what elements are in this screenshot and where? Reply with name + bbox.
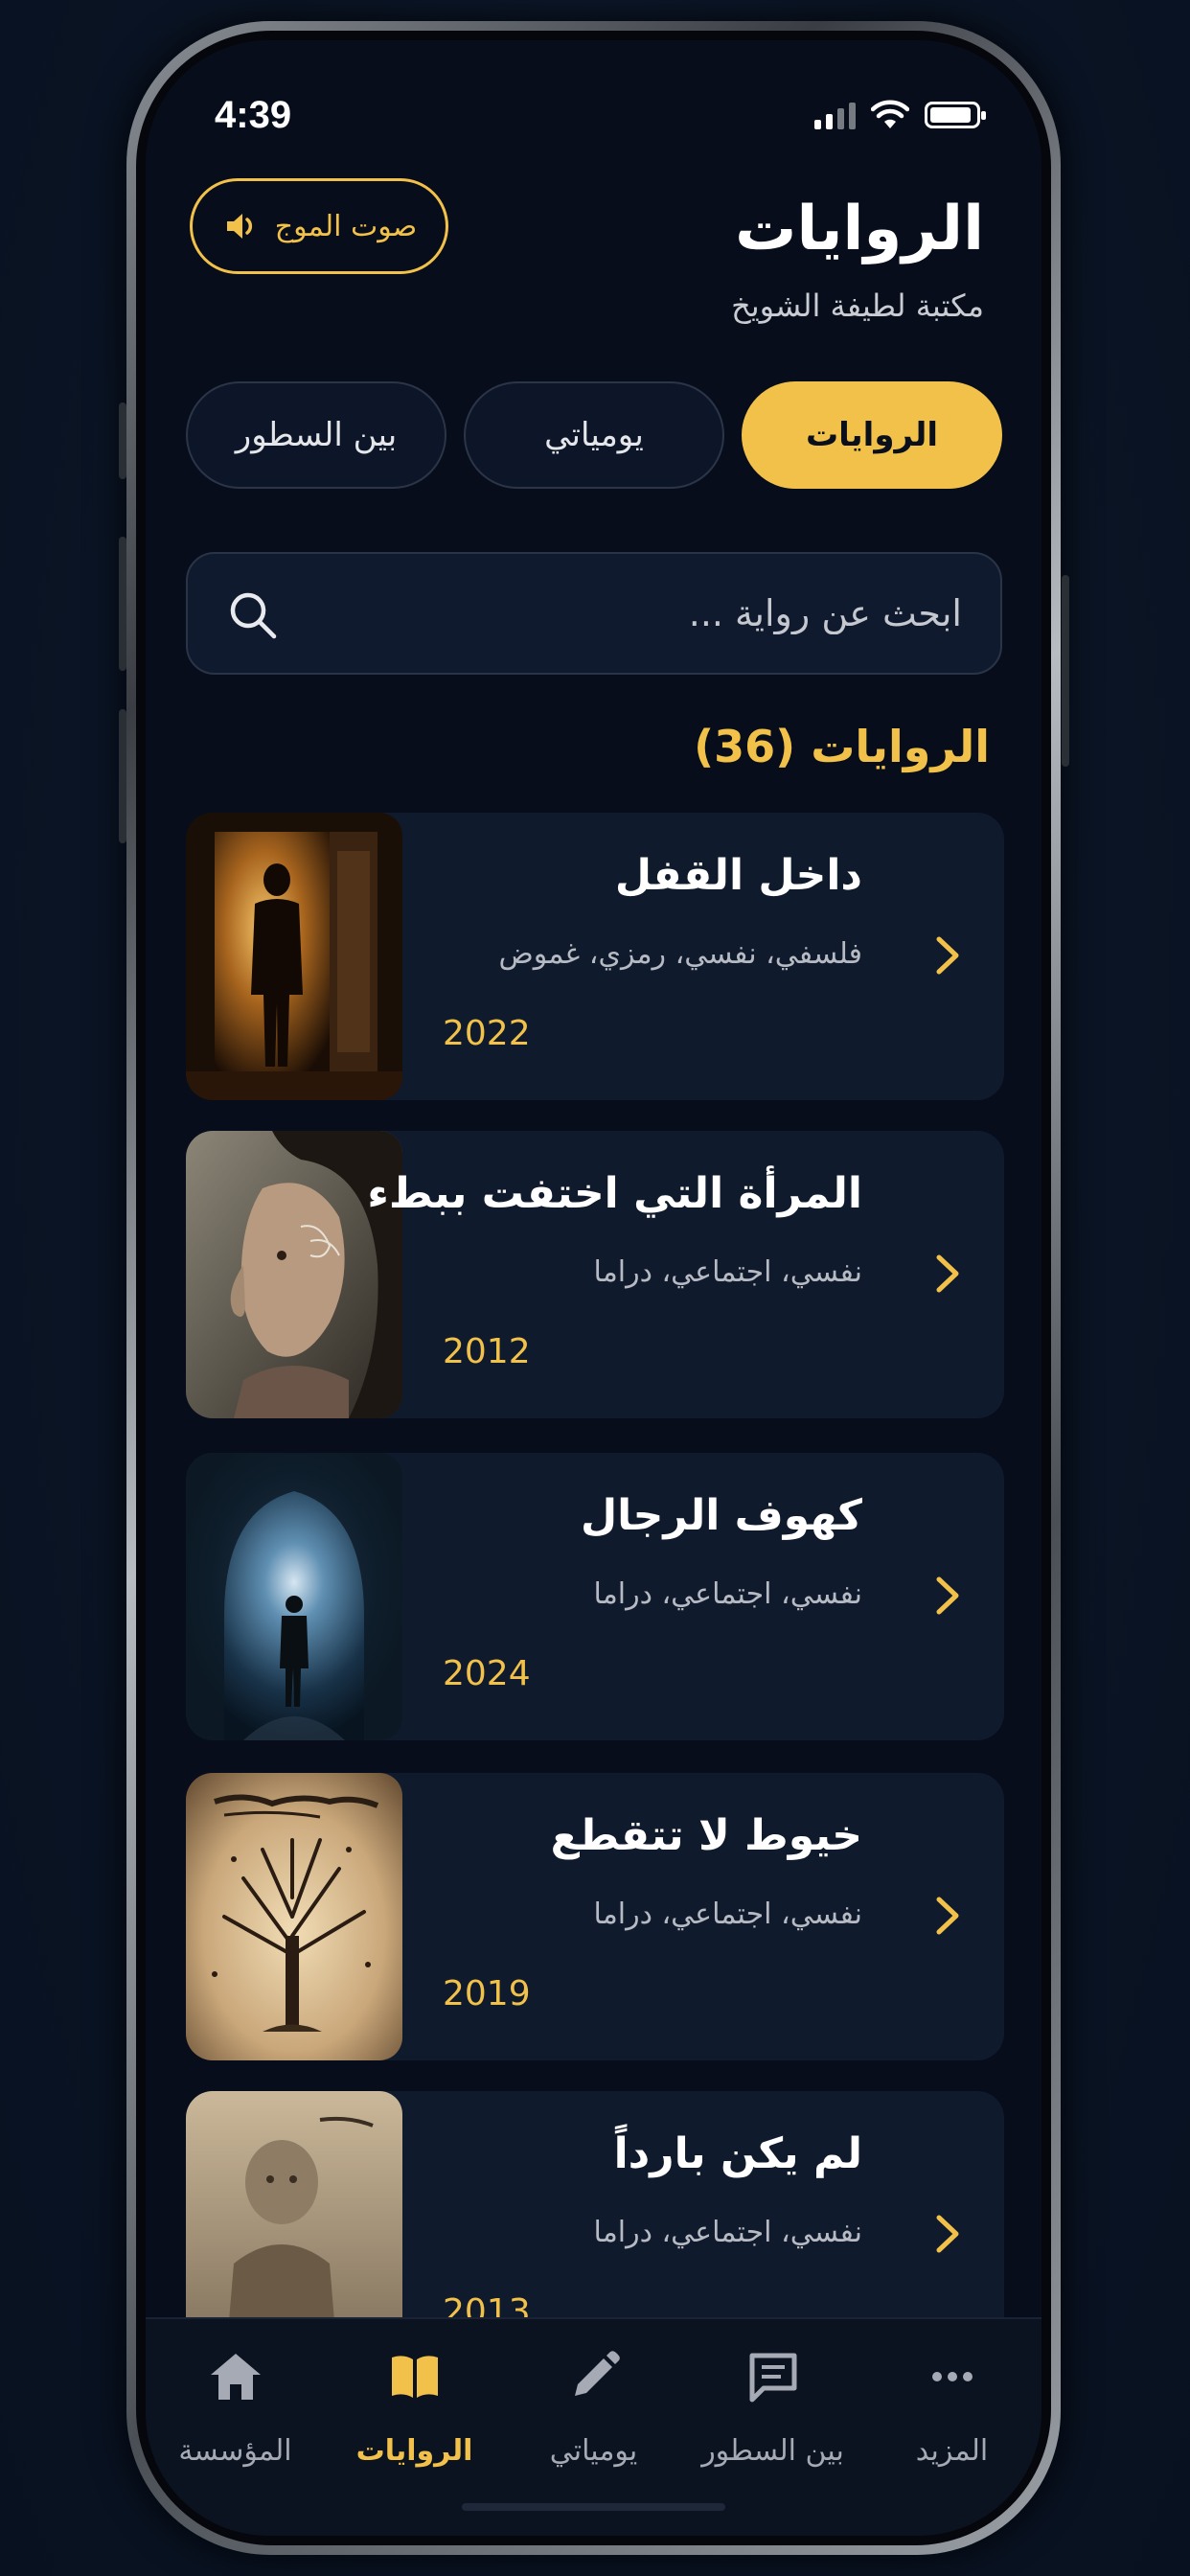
chevron-right-icon bbox=[936, 1576, 959, 1615]
status-time: 4:39 bbox=[215, 94, 292, 136]
home-icon bbox=[211, 2354, 261, 2400]
nav-label-more: المزيد bbox=[915, 2434, 989, 2468]
tab-diary-label: يومياتي bbox=[544, 416, 644, 454]
speaker-icon bbox=[226, 214, 252, 239]
book-icon bbox=[392, 2356, 438, 2398]
novel-genres: نفسي، اجتماعي، دراما bbox=[593, 2216, 862, 2249]
novel-cover-image bbox=[186, 1453, 402, 1740]
novel-genres: فلسفي، نفسي، رمزي، غموض bbox=[498, 937, 862, 971]
novel-title: داخل القفل bbox=[614, 851, 862, 900]
power-button bbox=[1062, 575, 1069, 767]
tab-diary[interactable]: يومياتي bbox=[464, 381, 724, 489]
tab-between-lines-label: بين السطور bbox=[235, 416, 398, 454]
novel-cover-image bbox=[186, 1773, 402, 2060]
battery-icon bbox=[925, 102, 986, 128]
volume-down-button bbox=[119, 709, 126, 843]
novel-card[interactable]: كهوف الرجال نفسي، اجتماعي، دراما 2024 bbox=[186, 1453, 1004, 1740]
nav-item-diary[interactable]: يومياتي bbox=[504, 2319, 683, 2511]
cellular-signal-icon bbox=[814, 101, 856, 129]
message-icon bbox=[749, 2353, 797, 2403]
tab-novels-label: الروايات bbox=[805, 416, 939, 454]
novel-genres: نفسي، اجتماعي، دراما bbox=[593, 1577, 862, 1611]
chevron-right-icon bbox=[936, 1254, 959, 1293]
search-bar[interactable] bbox=[186, 552, 1002, 675]
nav-item-more[interactable]: المزيد bbox=[862, 2319, 1041, 2511]
novel-genres: نفسي، اجتماعي، دراما bbox=[593, 1898, 862, 1931]
tab-between-lines[interactable]: بين السطور bbox=[186, 381, 446, 489]
wifi-icon bbox=[871, 100, 909, 128]
nav-label-between-lines: بين السطور bbox=[701, 2434, 844, 2468]
novel-title: خيوط لا تتقطع bbox=[550, 1811, 862, 1860]
nav-item-between-lines[interactable]: بين السطور bbox=[683, 2319, 862, 2511]
volume-up-button bbox=[119, 537, 126, 671]
nav-label-diary: يومياتي bbox=[549, 2434, 638, 2468]
app-screen: 4:39 الروايات مكتبة لطيفة الشويخ صوت الم… bbox=[146, 40, 1041, 2536]
chevron-right-icon bbox=[936, 1897, 959, 1935]
more-dots-icon bbox=[932, 2372, 973, 2381]
action-button bbox=[119, 402, 126, 479]
sound-button-label: صوت الموج bbox=[274, 209, 418, 243]
novel-genres: نفسي، اجتماعي، دراما bbox=[593, 1255, 862, 1289]
novel-title: كهوف الرجال bbox=[580, 1491, 862, 1540]
novel-card[interactable]: المرأة التي اختفت ببطء نفسي، اجتماعي، در… bbox=[186, 1131, 1004, 1418]
nav-label-novels: الروايات bbox=[355, 2434, 473, 2468]
novel-title: لم يكن بارداً bbox=[613, 2129, 862, 2178]
novel-year: 2012 bbox=[443, 1332, 531, 1371]
status-bar: 4:39 bbox=[146, 40, 1041, 194]
nav-item-novels[interactable]: الروايات bbox=[325, 2319, 504, 2511]
novel-card[interactable]: داخل القفل فلسفي، نفسي، رمزي، غموض 2022 bbox=[186, 813, 1004, 1100]
wave-sound-button[interactable]: صوت الموج bbox=[190, 178, 448, 274]
novel-title: المرأة التي اختفت ببطء bbox=[367, 1169, 862, 1218]
home-indicator bbox=[462, 2503, 725, 2511]
search-input[interactable] bbox=[310, 554, 962, 673]
section-title: الروايات (36) bbox=[694, 721, 990, 772]
status-icons bbox=[814, 96, 986, 134]
search-icon[interactable] bbox=[226, 588, 280, 642]
page-title: الروايات bbox=[735, 194, 984, 264]
page-subtitle: مكتبة لطيفة الشويخ bbox=[731, 288, 984, 324]
pencil-icon bbox=[575, 2351, 620, 2396]
nav-label-foundation: المؤسسة bbox=[178, 2434, 292, 2468]
novel-cover-image bbox=[186, 813, 402, 1100]
chevron-right-icon bbox=[936, 936, 959, 975]
novel-year: 2022 bbox=[443, 1014, 531, 1053]
novel-year: 2019 bbox=[443, 1974, 531, 2013]
tab-novels[interactable]: الروايات bbox=[742, 381, 1002, 489]
novel-card[interactable]: خيوط لا تتقطع نفسي، اجتماعي، دراما 2019 bbox=[186, 1773, 1004, 2060]
novel-year: 2024 bbox=[443, 1654, 531, 1693]
nav-item-foundation[interactable]: المؤسسة bbox=[146, 2319, 325, 2511]
chevron-right-icon bbox=[936, 2215, 959, 2253]
